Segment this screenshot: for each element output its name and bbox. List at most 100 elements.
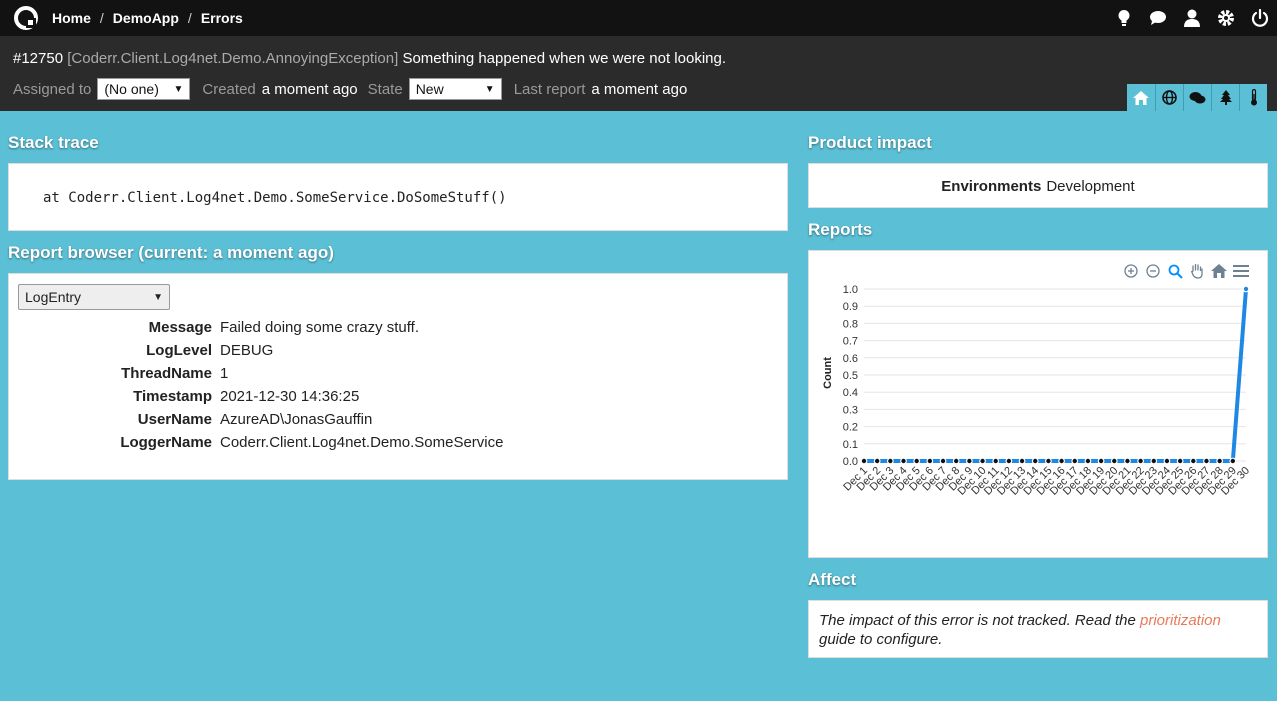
data-point[interactable]	[1097, 457, 1105, 465]
property-value: DEBUG	[220, 342, 274, 359]
stack-trace-card: at Coderr.Client.Log4net.Demo.SomeServic…	[8, 163, 788, 231]
environments-value: Development	[1046, 177, 1135, 195]
data-point[interactable]	[926, 457, 934, 465]
state-label: State	[367, 80, 403, 98]
list-item: LogLevel DEBUG	[9, 339, 789, 362]
data-point[interactable]	[900, 457, 907, 465]
data-point[interactable]	[952, 457, 960, 465]
top-nav: Home / DemoApp / Errors	[0, 0, 1277, 36]
data-point[interactable]	[1229, 457, 1237, 465]
data-point[interactable]	[1176, 457, 1184, 465]
property-value: 1	[220, 365, 229, 382]
report-context-select[interactable]: LogEntry ▼	[18, 284, 170, 310]
chat-icon[interactable]	[1183, 84, 1211, 111]
data-point[interactable]	[1018, 457, 1026, 465]
chart-grid	[864, 288, 1246, 462]
chat-icon[interactable]	[1149, 9, 1167, 27]
incident-tabs	[1127, 84, 1267, 111]
data-point[interactable]	[939, 457, 947, 465]
property-value: 2021-12-30 14:36:25	[220, 388, 360, 405]
incident-meta: Assigned to (No one) ▼ Created a moment …	[13, 78, 697, 100]
data-point[interactable]	[1137, 457, 1145, 465]
chevron-down-icon: ▼	[153, 291, 163, 303]
property-value: Coderr.Client.Log4net.Demo.SomeService	[220, 434, 504, 451]
data-point[interactable]	[1031, 457, 1039, 465]
data-point[interactable]	[1163, 457, 1171, 465]
y-tick-label: 0.7	[843, 336, 858, 348]
report-browser-heading: Report browser (current: a moment ago)	[8, 243, 334, 262]
y-tick-label: 0.9	[843, 301, 858, 313]
lightbulb-icon[interactable]	[1115, 9, 1133, 27]
report-browser-card: LogEntry ▼ Message Failed doing some cra…	[8, 273, 788, 480]
tree-icon[interactable]	[1211, 84, 1239, 111]
product-impact-heading: Product impact	[808, 133, 932, 152]
gear-icon[interactable]	[1217, 9, 1235, 27]
data-point[interactable]	[992, 457, 1000, 465]
data-point[interactable]	[1071, 457, 1079, 465]
list-item: Message Failed doing some crazy stuff.	[9, 316, 789, 339]
data-point[interactable]	[1242, 285, 1250, 293]
data-point[interactable]	[1150, 457, 1158, 465]
data-point[interactable]	[1058, 457, 1065, 465]
assigned-select[interactable]: (No one) ▼	[97, 78, 191, 100]
data-point[interactable]	[860, 457, 868, 465]
stack-trace-line: at Coderr.Client.Log4net.Demo.SomeServic…	[43, 190, 507, 206]
y-tick-label: 1.0	[843, 284, 858, 296]
affect-heading: Affect	[808, 570, 857, 589]
y-axis-ticks: 0.0 0.1 0.2 0.3 0.4 0.5 0.6 0.7 0.8 0.9 1.0	[843, 284, 858, 468]
data-point[interactable]	[1189, 457, 1197, 465]
last-report-label: Last report	[513, 80, 586, 98]
y-tick-label: 0.0	[843, 456, 858, 468]
created-value: a moment ago	[261, 80, 358, 98]
report-properties: Message Failed doing some crazy stuff. L…	[9, 316, 789, 454]
product-impact-card: Environments Development	[808, 163, 1268, 208]
y-tick-label: 0.6	[843, 353, 858, 365]
breadcrumb-separator: /	[99, 10, 104, 26]
prioritization-link[interactable]: prioritization	[1140, 612, 1221, 629]
property-key: LoggerName	[120, 434, 212, 451]
breadcrumb-app[interactable]: DemoApp	[113, 10, 179, 26]
breadcrumb-errors[interactable]: Errors	[201, 10, 243, 26]
data-point[interactable]	[1084, 457, 1092, 465]
assigned-select-value: (No one)	[104, 81, 159, 97]
home-icon[interactable]	[1127, 84, 1155, 111]
y-axis-label: Count	[822, 357, 834, 389]
created-label: Created	[202, 80, 256, 98]
data-point[interactable]	[965, 457, 973, 465]
globe-icon[interactable]	[1155, 84, 1183, 111]
user-icon[interactable]	[1183, 9, 1201, 27]
reports-line-chart[interactable]: 0.00.10.20.30.40.50.60.70.80.91.0 Count …	[809, 251, 1267, 557]
thermometer-icon[interactable]	[1239, 84, 1267, 111]
data-point[interactable]	[1045, 457, 1052, 465]
affect-card: The impact of this error is not tracked.…	[808, 600, 1268, 658]
incident-header: #12750 [Coderr.Client.Log4net.Demo.Annoy…	[0, 36, 1277, 111]
data-point[interactable]	[1005, 457, 1013, 465]
reports-heading: Reports	[808, 220, 873, 239]
data-point[interactable]	[1124, 457, 1131, 465]
data-point[interactable]	[886, 457, 894, 465]
list-item: Timestamp 2021-12-30 14:36:25	[9, 385, 789, 408]
exception-type: [Coderr.Client.Log4net.Demo.AnnoyingExce…	[67, 50, 399, 67]
data-point[interactable]	[979, 457, 986, 465]
y-tick-label: 0.1	[843, 439, 858, 451]
x-axis-ticks: Dec 1Dec 2Dec 3Dec 4Dec 5Dec 6Dec 7Dec 8…	[841, 465, 1252, 498]
power-icon[interactable]	[1251, 9, 1269, 27]
environments: Environments Development	[809, 164, 1267, 208]
data-point[interactable]	[1216, 457, 1224, 465]
chevron-down-icon: ▼	[173, 83, 184, 95]
y-tick-label: 0.2	[843, 422, 858, 434]
breadcrumb-home[interactable]: Home	[52, 10, 91, 26]
data-point[interactable]	[1110, 457, 1118, 465]
y-tick-label: 0.4	[843, 387, 858, 399]
data-point[interactable]	[873, 457, 881, 465]
last-report-value: a moment ago	[591, 80, 688, 98]
report-context-value: LogEntry	[25, 289, 82, 305]
incident-title: #12750 [Coderr.Client.Log4net.Demo.Annoy…	[13, 50, 726, 67]
state-select[interactable]: New ▼	[408, 78, 502, 100]
incident-message: Something happened when we were not look…	[402, 50, 727, 67]
chevron-down-icon: ▼	[484, 83, 495, 95]
coderr-logo-icon[interactable]	[14, 6, 38, 30]
incident-id: #12750	[13, 50, 64, 67]
data-point[interactable]	[1203, 457, 1210, 465]
data-point[interactable]	[913, 457, 921, 465]
